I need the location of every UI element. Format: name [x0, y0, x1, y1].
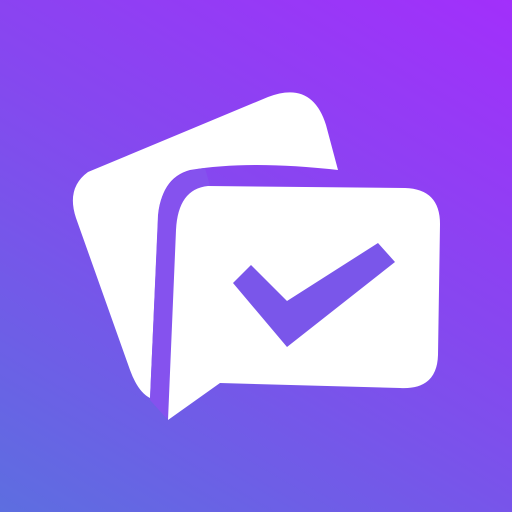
chat-check-icon — [72, 92, 440, 420]
app-icon-tile — [0, 0, 512, 512]
